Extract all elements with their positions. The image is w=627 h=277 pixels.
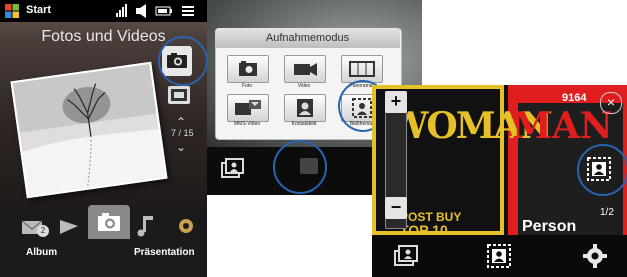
mode-mms-video-button[interactable] [227,94,269,122]
photo-preview[interactable] [10,61,168,199]
zoom-out-button[interactable]: − [385,197,407,219]
album-button[interactable]: Album [26,247,57,258]
scene-mode-icon[interactable] [219,155,245,181]
highlight-ring [158,36,207,86]
status-icons [116,4,194,18]
shots-remaining: 9164 [562,92,587,104]
scroll-down-icon[interactable]: ⌄ [176,140,186,154]
settings-icon[interactable] [582,243,608,269]
mms-video-icon [235,100,261,115]
panorama-icon [349,61,375,77]
page-indicator: 1/2 [600,207,614,218]
mode-video-label: Video [297,83,311,89]
mode-mms-video-label: MMS-Video [233,121,261,127]
dock-camera-button[interactable] [88,205,130,239]
scene-mode-icon[interactable] [392,242,420,270]
music-icon [137,216,153,237]
dialog-title: Aufnahmemodus [215,28,400,48]
camera-icon [239,61,257,76]
mode-photo-button[interactable] [227,55,269,83]
menu-icon [182,6,194,16]
settings-icon [179,219,193,233]
picture-theme-icon[interactable] [484,242,514,270]
mode-video-button[interactable] [284,55,326,83]
poster-right-line2: Person [522,218,577,235]
camera-icon [98,213,120,231]
windows-logo-icon[interactable] [4,3,20,19]
battery-icon [155,6,172,16]
signal-icon [116,4,127,17]
photos-videos-screen: Start Fotos und Videos ⌃ 7 / 15 ⌄ 2 Albu… [0,0,207,277]
mode-photo-label: Foto [241,83,252,89]
zoom-in-button[interactable]: + [385,91,407,113]
presentation-button[interactable]: Präsentation [134,247,195,258]
poster-right-title: MAN [512,105,613,147]
highlight-ring [577,144,627,196]
mode-contact-picture-button[interactable] [284,94,326,122]
start-label[interactable]: Start [26,4,51,16]
video-icon [294,63,317,76]
photo-counter: 7 / 15 [171,128,194,138]
speaker-icon [136,4,146,18]
highlight-ring [273,140,327,194]
close-button[interactable]: × [600,92,622,114]
winter-tree-image [12,63,166,197]
mode-contact-picture-label: Kontaktbild [291,121,317,127]
mode-panorama-button[interactable] [341,55,383,83]
arrow-icon [60,220,78,234]
contact-picture-icon [297,99,313,117]
mail-count-badge: 2 [37,225,49,237]
film-icon [171,89,187,101]
video-tab[interactable] [168,86,190,104]
scroll-up-icon[interactable]: ⌃ [176,115,186,129]
